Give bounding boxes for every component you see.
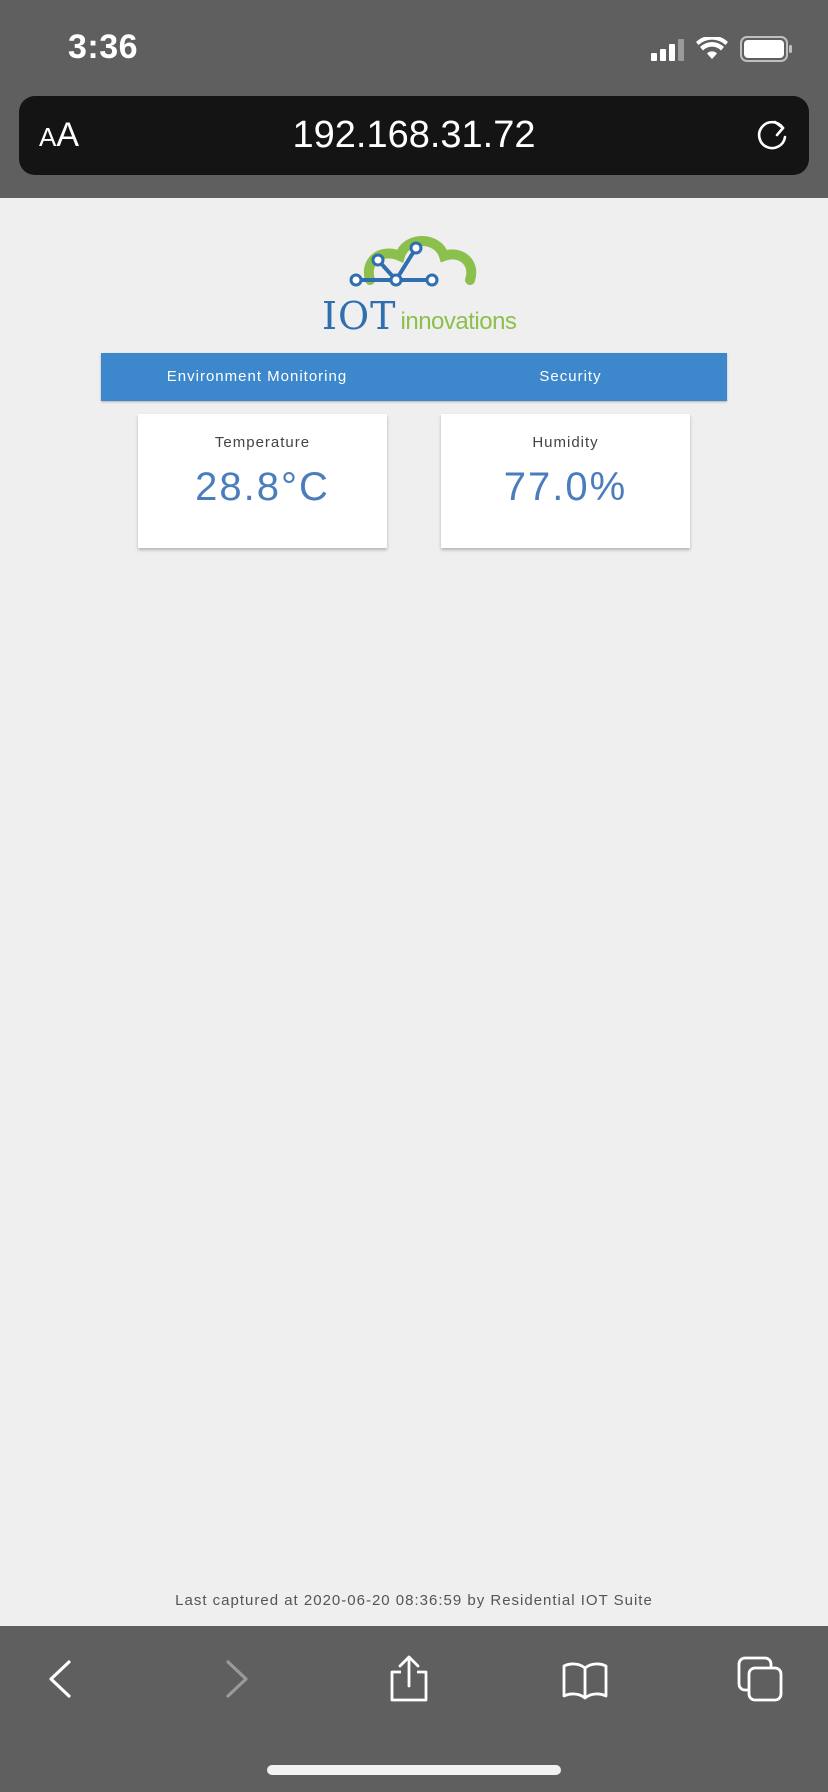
home-indicator[interactable] [267,1765,561,1775]
address-bar[interactable]: AA 192.168.31.72 [19,96,809,175]
logo-iot-text: IOT [322,294,397,338]
humidity-card: Humidity 77.0% [441,414,690,548]
last-captured-footer: Last captured at 2020-06-20 08:36:59 by … [175,1592,653,1609]
temperature-card: Temperature 28.8°C [138,414,387,548]
tabs-icon[interactable] [735,1654,785,1704]
bookmarks-icon[interactable] [560,1654,610,1704]
wifi-icon [696,37,728,59]
status-time: 3:36 [68,28,139,66]
browser-top-chrome: 3:36 AA 192.168.31.72 [0,0,828,198]
temperature-label: Temperature [214,434,311,451]
cellular-signal-icon [651,37,684,61]
nav-environment-monitoring[interactable]: Environment Monitoring [101,353,413,401]
main-nav: Environment Monitoring Security [101,353,727,401]
humidity-value: 77.0% [503,465,628,509]
back-icon[interactable] [37,1654,87,1704]
nav-security[interactable]: Security [414,353,727,401]
logo-wordmark: IOT innovations [322,294,517,338]
temperature-value: 28.8°C [195,465,330,509]
status-icons [651,36,794,62]
logo-innovations-text: innovations [400,308,517,335]
humidity-label: Humidity [532,434,599,451]
forward-icon[interactable] [210,1654,260,1704]
battery-icon [740,36,792,62]
url-text[interactable]: 192.168.31.72 [19,96,809,175]
share-icon[interactable] [384,1654,434,1704]
reload-icon[interactable] [753,116,791,154]
